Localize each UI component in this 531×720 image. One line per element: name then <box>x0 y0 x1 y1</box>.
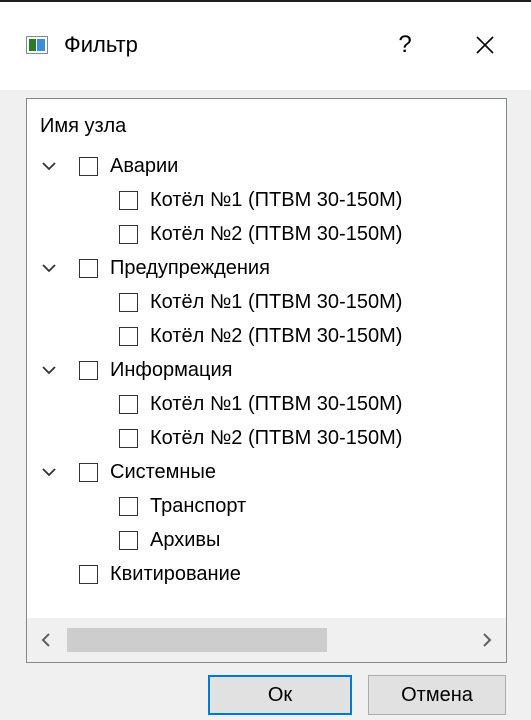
checkbox[interactable] <box>119 394 138 414</box>
chevron-left-icon[interactable] <box>27 618 67 662</box>
tree-group-acknowledge[interactable]: Квитирование <box>79 557 241 591</box>
chevron-down-icon[interactable] <box>38 461 60 483</box>
tree-item-label: Котёл №2 (ПТВМ 30-150М) <box>150 427 403 449</box>
tree-group-system[interactable]: Системные <box>79 455 216 489</box>
checkbox[interactable] <box>119 326 138 346</box>
tree-item-label: Квитирование <box>110 563 241 585</box>
tree-item[interactable]: Котёл №1 (ПТВМ 30-150М) <box>119 387 402 421</box>
close-button[interactable] <box>462 22 508 68</box>
tree-item-label: Котёл №1 (ПТВМ 30-150М) <box>150 189 403 211</box>
tree-item-label: Котёл №1 (ПТВМ 30-150М) <box>150 393 403 415</box>
scrollbar-thumb[interactable] <box>67 628 327 652</box>
tree-item[interactable]: Архивы <box>119 523 220 557</box>
app-window-icon <box>26 36 48 54</box>
tree-item-label: Котёл №2 (ПТВМ 30-150М) <box>150 325 403 347</box>
tree-group-alarms[interactable]: Аварии <box>79 149 178 183</box>
chevron-down-icon[interactable] <box>38 155 60 177</box>
checkbox[interactable] <box>79 360 98 380</box>
title-bar: Фильтр ? <box>0 0 531 90</box>
tree-item-label: Котёл №1 (ПТВМ 30-150М) <box>150 291 403 313</box>
tree-item[interactable]: Транспорт <box>119 489 246 523</box>
tree-item-label: Предупреждения <box>110 257 270 279</box>
chevron-down-icon[interactable] <box>38 359 60 381</box>
tree-item[interactable]: Котёл №2 (ПТВМ 30-150М) <box>119 319 402 353</box>
checkbox[interactable] <box>79 462 98 482</box>
window-title: Фильтр <box>64 32 138 57</box>
ok-button[interactable]: Ок <box>208 675 352 715</box>
tree-item-label: Информация <box>110 359 233 381</box>
tree-item-label: Аварии <box>110 155 179 177</box>
checkbox[interactable] <box>119 292 138 312</box>
window-top-border <box>0 0 531 2</box>
checkbox[interactable] <box>79 258 98 278</box>
horizontal-scrollbar[interactable] <box>27 618 506 662</box>
tree-group-warnings[interactable]: Предупреждения <box>79 251 270 285</box>
tree-item-label: Архивы <box>150 529 221 551</box>
chevron-down-icon[interactable] <box>38 257 60 279</box>
checkbox[interactable] <box>119 190 138 210</box>
tree-group-info[interactable]: Информация <box>79 353 232 387</box>
tree-item-label: Котёл №2 (ПТВМ 30-150М) <box>150 223 403 245</box>
help-button[interactable]: ? <box>390 22 420 68</box>
tree-item-label: Системные <box>110 461 216 483</box>
filter-tree[interactable]: Имя узла Аварии Котёл №1 (ПТВМ 30-150М) … <box>26 98 507 663</box>
checkbox[interactable] <box>79 156 98 176</box>
checkbox[interactable] <box>119 496 138 516</box>
tree-item-label: Транспорт <box>150 495 247 517</box>
tree-item[interactable]: Котёл №1 (ПТВМ 30-150М) <box>119 285 402 319</box>
tree-column-header: Имя узла <box>40 115 127 137</box>
filter-dialog: Фильтр ? Имя узла Аварии Котёл №1 (ПТВМ … <box>0 0 531 720</box>
close-icon <box>476 36 494 54</box>
tree-item[interactable]: Котёл №1 (ПТВМ 30-150М) <box>119 183 402 217</box>
cancel-button[interactable]: Отмена <box>368 675 506 715</box>
checkbox[interactable] <box>119 428 138 448</box>
tree-item[interactable]: Котёл №2 (ПТВМ 30-150М) <box>119 421 402 455</box>
tree-item[interactable]: Котёл №2 (ПТВМ 30-150М) <box>119 217 402 251</box>
checkbox[interactable] <box>79 564 98 584</box>
checkbox[interactable] <box>119 530 138 550</box>
chevron-right-icon[interactable] <box>466 618 506 662</box>
checkbox[interactable] <box>119 224 138 244</box>
